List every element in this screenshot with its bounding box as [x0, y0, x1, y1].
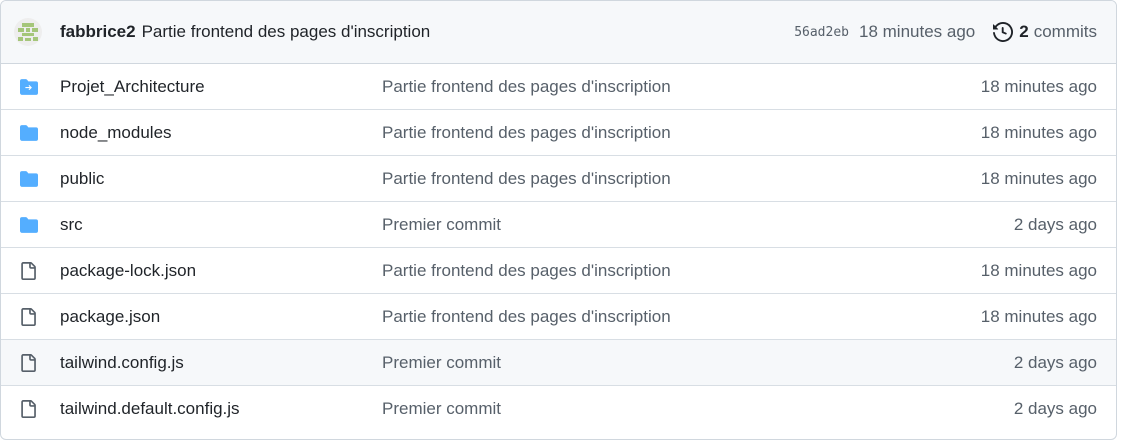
submodule-folder-icon	[20, 78, 38, 95]
row-icon	[19, 353, 41, 373]
file-row[interactable]: Projet_Architecture Partie frontend des p…	[1, 64, 1116, 110]
file-name-link[interactable]: Projet_Architecture	[60, 77, 382, 97]
file-icon	[21, 400, 36, 418]
row-commit-time: 18 minutes ago	[980, 76, 1097, 96]
file-name-link[interactable]: public	[60, 169, 382, 189]
file-name-link[interactable]: node_modules	[60, 123, 382, 143]
file-icon	[21, 261, 36, 280]
commits-label: commits	[1033, 22, 1097, 41]
row-commit-message-link[interactable]: Premier commit	[382, 215, 501, 235]
row-commit-time: 2 days ago	[1013, 399, 1097, 418]
row-icon	[19, 169, 41, 189]
row-icon	[19, 77, 41, 97]
file-name-link[interactable]: tailwind.config.js	[60, 353, 382, 373]
file-name-link[interactable]: src	[60, 215, 382, 235]
author-avatar[interactable]	[14, 18, 42, 46]
row-commit-time: 2 days ago	[1013, 352, 1097, 372]
file-row[interactable]: tailwind.default.config.js Premier commit…	[1, 386, 1116, 432]
row-commit-time: 18 minutes ago	[980, 260, 1097, 280]
row-commit-message-link[interactable]: Partie frontend des pages d'inscription	[382, 261, 671, 281]
file-browser: fabbrice2 Partie frontend des pages d'in…	[0, 0, 1117, 440]
row-commit-message-link[interactable]: Partie frontend des pages d'inscription	[382, 123, 671, 143]
row-commit-time: 18 minutes ago	[980, 306, 1097, 326]
row-commit-message-link[interactable]: Partie frontend des pages d'inscription	[382, 77, 671, 97]
file-list: Projet_Architecture Partie frontend des p…	[1, 64, 1116, 432]
commits-history-link[interactable]: 2 commits	[993, 22, 1097, 42]
file-row[interactable]: tailwind.config.js Premier commit 2 days a…	[1, 340, 1116, 386]
row-commit-time: 18 minutes ago	[980, 168, 1097, 188]
file-row[interactable]: src Premier commit 2 days ago	[1, 202, 1116, 248]
row-commit-message-link[interactable]: Premier commit	[382, 353, 501, 373]
file-name-link[interactable]: tailwind.default.config.js	[60, 399, 382, 419]
commit-sha-link[interactable]: 56ad2eb	[794, 25, 849, 40]
file-icon	[21, 353, 36, 372]
folder-icon	[20, 170, 38, 187]
file-row[interactable]: package.json Partie frontend des pages d'…	[1, 294, 1116, 340]
row-commit-time: 18 minutes ago	[980, 122, 1097, 142]
file-name-link[interactable]: package-lock.json	[60, 261, 382, 281]
commits-count: 2	[1019, 22, 1029, 41]
row-commit-time: 2 days ago	[1013, 214, 1097, 234]
row-commit-message-link[interactable]: Partie frontend des pages d'inscription	[382, 169, 671, 189]
file-icon	[21, 307, 36, 326]
row-commit-message-link[interactable]: Partie frontend des pages d'inscription	[382, 307, 671, 327]
row-icon	[19, 399, 41, 419]
commit-time: 18 minutes ago	[859, 22, 976, 41]
file-row[interactable]: public Partie frontend des pages d'inscri…	[1, 156, 1116, 202]
file-row[interactable]: node_modules Partie frontend des pages d'…	[1, 110, 1116, 156]
file-row[interactable]: package-lock.json Partie frontend des pag…	[1, 248, 1116, 294]
commit-author-link[interactable]: fabbrice2	[60, 22, 136, 42]
row-icon	[19, 307, 41, 327]
history-icon	[993, 22, 1014, 42]
row-icon	[19, 215, 41, 235]
latest-commit-bar: fabbrice2 Partie frontend des pages d'in…	[1, 1, 1116, 64]
row-commit-message-link[interactable]: Premier commit	[382, 399, 501, 419]
folder-icon	[20, 124, 38, 141]
folder-icon	[20, 216, 38, 233]
file-name-link[interactable]: package.json	[60, 307, 382, 327]
row-icon	[19, 261, 41, 281]
row-icon	[19, 123, 41, 143]
commit-message-link[interactable]: Partie frontend des pages d'inscription	[142, 22, 431, 42]
